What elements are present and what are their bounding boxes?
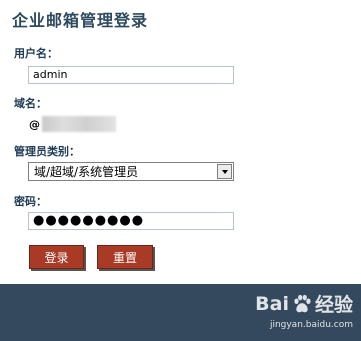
watermark-brand-right: 经验 [314, 294, 353, 316]
username-input[interactable]: admin [28, 66, 234, 84]
admin-type-select[interactable]: 域/超域/系统管理员 [28, 162, 234, 181]
watermark-brand-left: Bai [255, 292, 289, 315]
baidu-jingyan-watermark: Bai 经验 jingyan.baidu.com [255, 290, 353, 331]
admin-type-selected: 域/超域/系统管理员 [34, 165, 139, 179]
admin-type-label: 管理员类别： [14, 145, 80, 158]
domain-label: 域名： [14, 97, 47, 110]
paw-icon [294, 294, 311, 312]
domain-redacted [42, 116, 116, 132]
domain-prefix: @ [29, 117, 40, 131]
password-input[interactable]: ●●●●●●●●● [28, 212, 234, 230]
password-label: 密码： [14, 195, 47, 208]
username-label: 用户名： [14, 47, 58, 60]
login-button[interactable]: 登录 [29, 245, 84, 269]
reset-button[interactable]: 重置 [97, 245, 153, 269]
domain-value: @ [29, 115, 116, 133]
chevron-down-icon[interactable] [217, 164, 232, 179]
page-title: 企业邮箱管理登录 [12, 11, 149, 30]
watermark-url: jingyan.baidu.com [269, 320, 353, 330]
